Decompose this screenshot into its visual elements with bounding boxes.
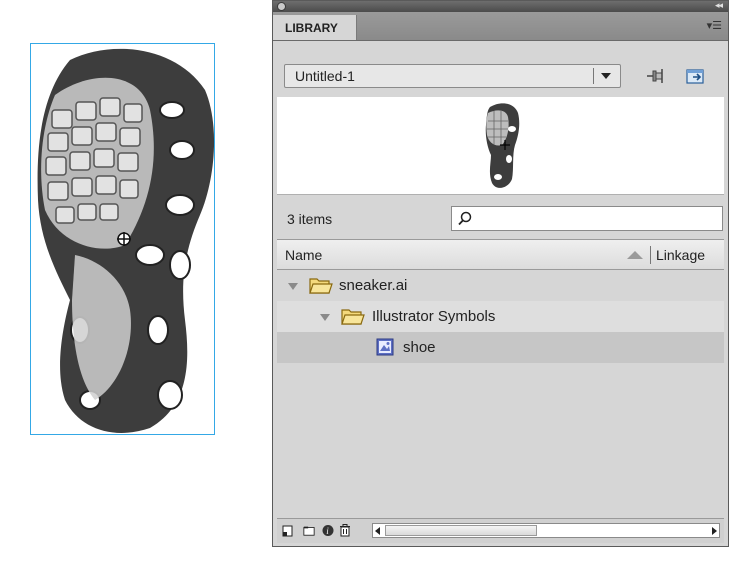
library-item-list: Name Linkage sneaker.ai Illustrator Symb…	[277, 239, 724, 519]
horizontal-scrollbar[interactable]	[372, 523, 720, 538]
panel-menu-icon[interactable]: ▾☰	[707, 19, 722, 32]
library-bottom-toolbar: i	[277, 518, 724, 543]
list-item[interactable]: shoe	[277, 332, 724, 363]
collapse-panel-icon[interactable]: ◂◂	[715, 0, 723, 11]
movie-clip-symbol-icon	[376, 338, 394, 356]
list-item[interactable]: sneaker.ai	[277, 270, 724, 301]
folder-icon	[309, 278, 333, 294]
search-input[interactable]	[451, 206, 723, 231]
trash-icon[interactable]	[339, 524, 351, 537]
scrollbar-thumb[interactable]	[385, 525, 537, 536]
column-header-linkage[interactable]: Linkage	[656, 247, 705, 263]
column-header-name[interactable]: Name	[285, 247, 322, 263]
scroll-right-icon[interactable]	[712, 527, 717, 535]
library-panel: ◂◂ LIBRARY ▾☰ Untitled-1 3 items Name Li…	[272, 0, 729, 547]
list-item[interactable]: Illustrator Symbols	[277, 301, 724, 332]
pin-library-icon[interactable]	[645, 67, 665, 85]
tab-library[interactable]: LIBRARY	[273, 15, 357, 40]
panel-titlebar[interactable]: ◂◂	[273, 0, 728, 12]
document-select[interactable]: Untitled-1	[284, 64, 621, 88]
disclosure-triangle-icon[interactable]	[320, 314, 330, 321]
list-header: Name Linkage	[277, 240, 724, 270]
new-library-panel-icon[interactable]	[685, 67, 707, 85]
tab-library-label: LIBRARY	[285, 21, 338, 35]
column-divider[interactable]	[650, 246, 651, 264]
close-panel-icon[interactable]	[277, 2, 286, 11]
tab-strip: LIBRARY ▾☰	[273, 12, 728, 41]
select-divider	[593, 68, 594, 84]
items-count: 3 items	[287, 211, 333, 227]
folder-icon	[341, 309, 365, 325]
document-select-value: Untitled-1	[295, 68, 355, 84]
document-row: Untitled-1	[273, 41, 728, 97]
sort-ascending-icon[interactable]	[627, 251, 643, 259]
new-symbol-icon[interactable]	[282, 524, 294, 537]
search-row: 3 items	[273, 201, 728, 235]
scroll-left-icon[interactable]	[375, 527, 380, 535]
shoe-preview-image	[485, 103, 520, 188]
list-item-label: Illustrator Symbols	[372, 308, 496, 325]
list-item-label: sneaker.ai	[339, 277, 408, 294]
list-item-label: shoe	[403, 339, 436, 356]
symbol-preview	[277, 97, 724, 195]
new-folder-icon[interactable]	[303, 524, 315, 537]
disclosure-triangle-icon[interactable]	[288, 283, 298, 290]
chevron-down-icon	[601, 73, 611, 79]
properties-icon[interactable]: i	[322, 524, 334, 537]
search-icon	[458, 211, 472, 226]
